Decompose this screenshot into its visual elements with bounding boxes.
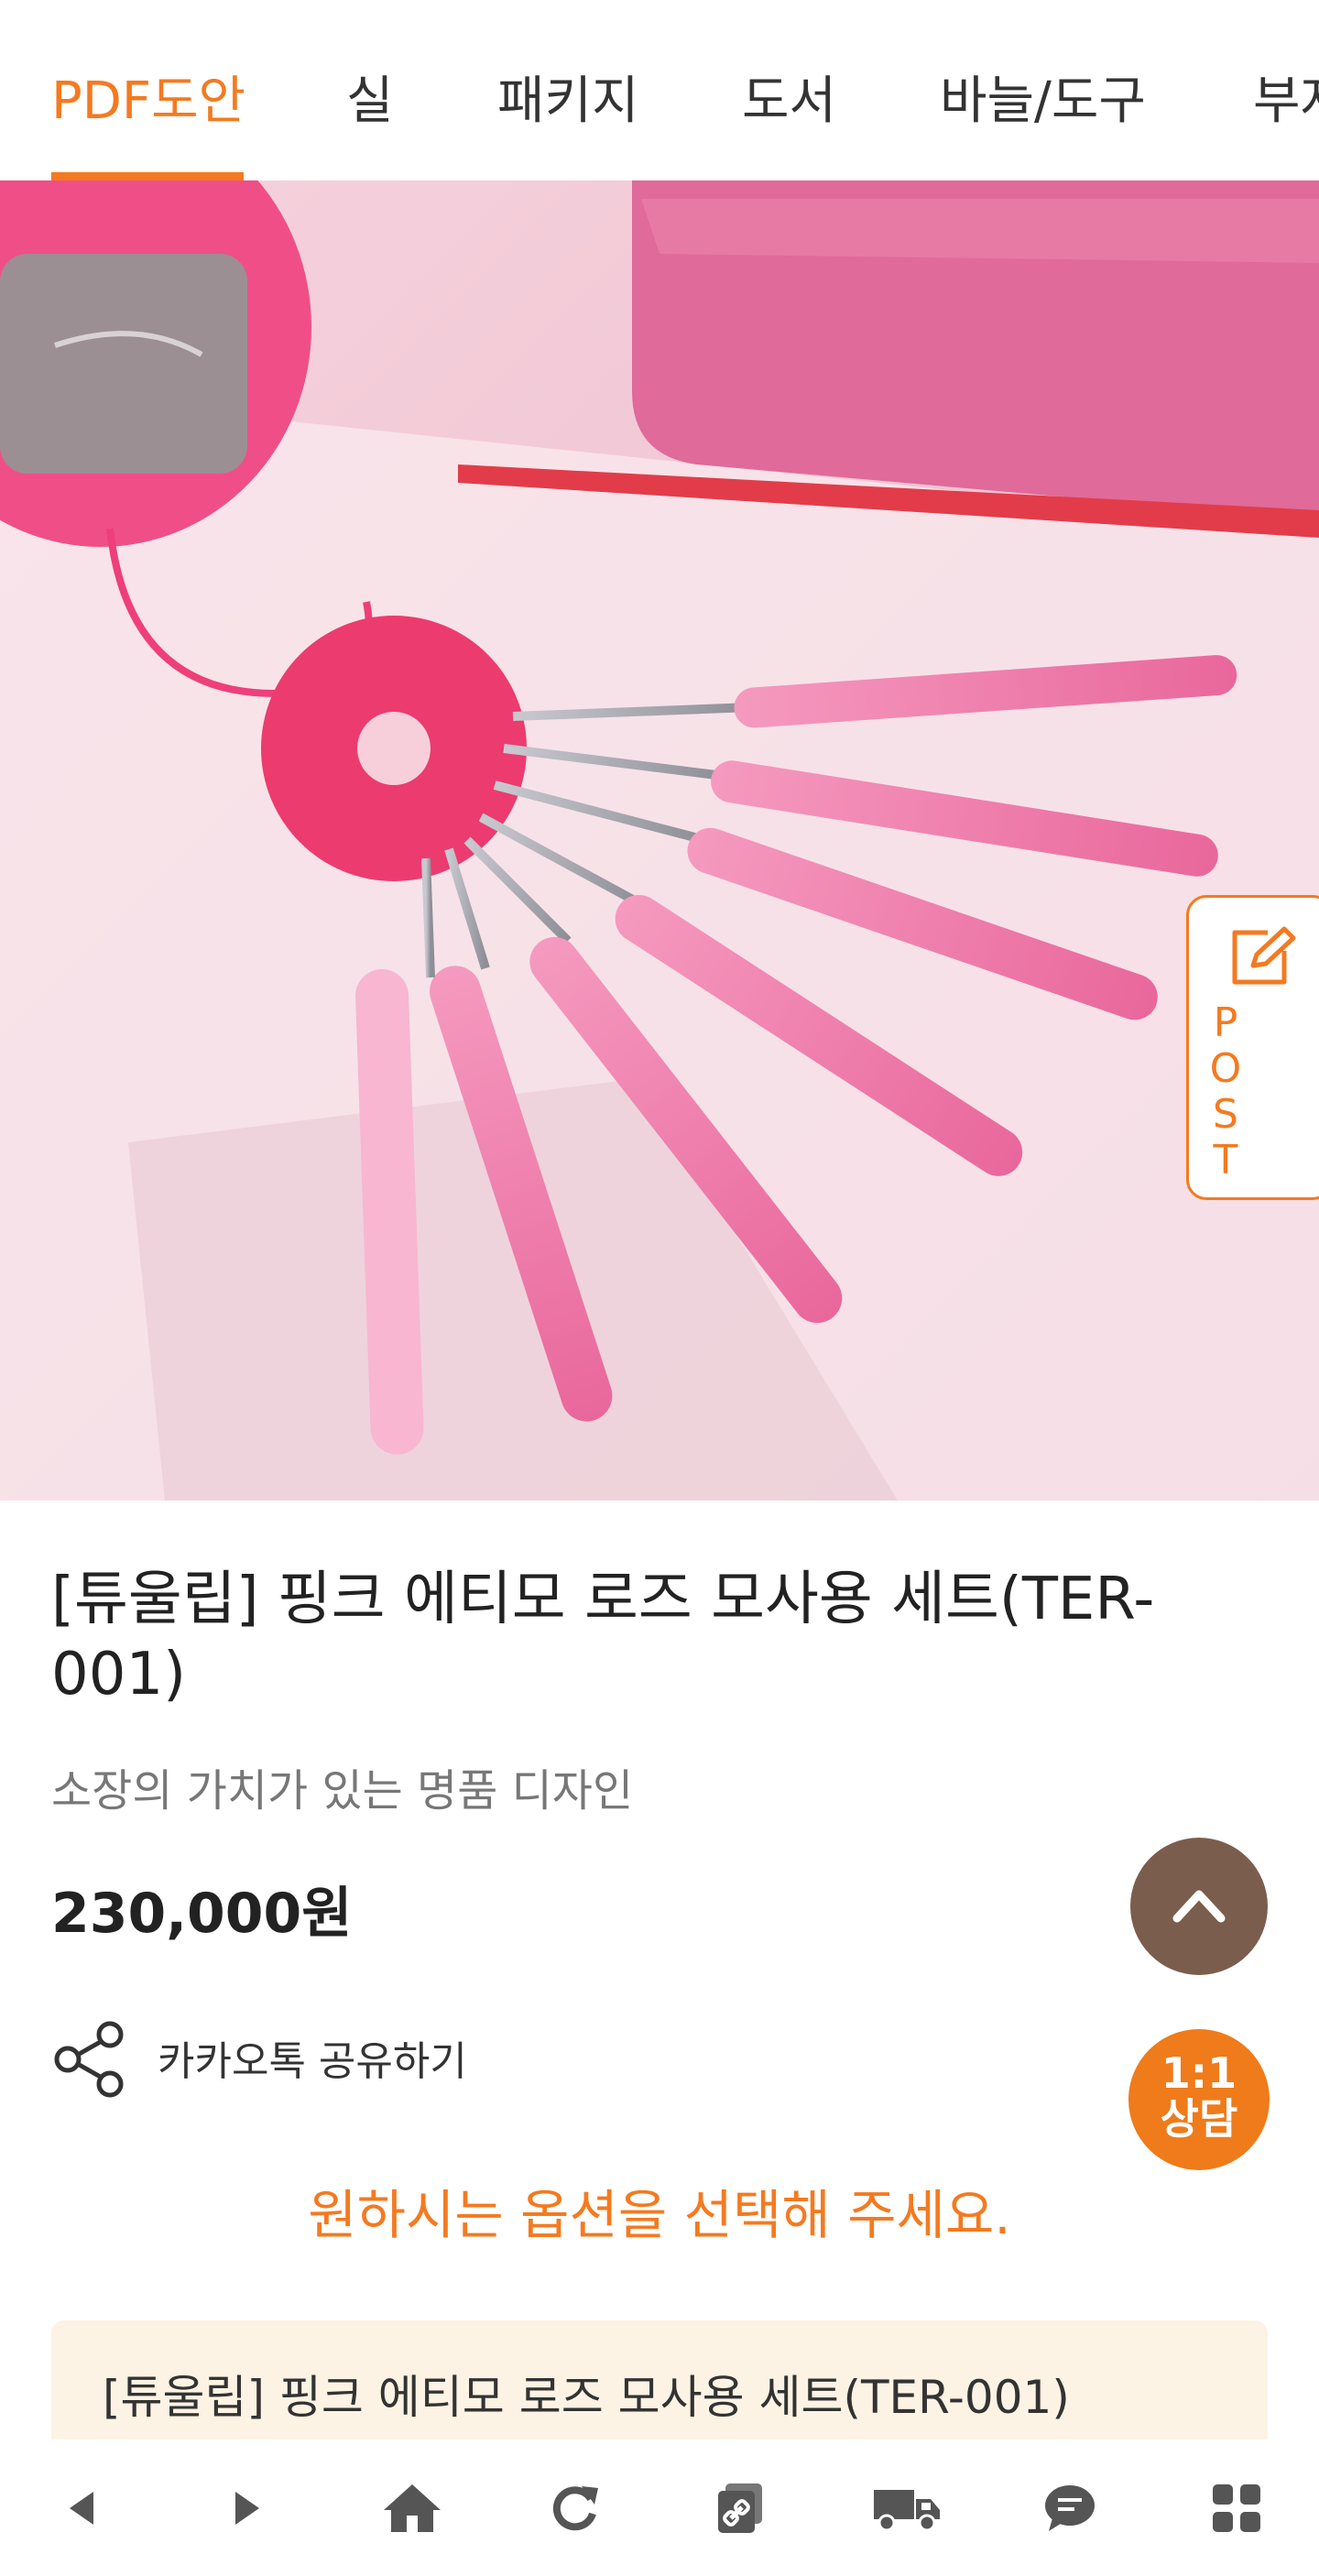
- home-button[interactable]: [366, 2467, 458, 2549]
- crochet-hooks-illustration: [0, 180, 1319, 1501]
- consult-label-line1: 1:1: [1161, 2048, 1237, 2098]
- menu-grid-button[interactable]: [1191, 2467, 1282, 2549]
- product-subtitle: 소장의 가치가 있는 명품 디자인: [51, 1765, 634, 1817]
- active-tab-indicator: [51, 172, 244, 180]
- pencil-edit-icon: [1232, 926, 1296, 985]
- product-price: 230,000원: [51, 1882, 353, 1946]
- menu-grid-icon: [1213, 2484, 1260, 2532]
- back-arrow-icon: [70, 2492, 93, 2525]
- product-image: [0, 180, 1319, 1501]
- one-to-one-consult-button[interactable]: 1:1 상담: [1128, 2029, 1270, 2170]
- tab-package[interactable]: 패키지: [497, 70, 639, 134]
- product-title: [튜울립] 핑크 에티모 로즈 모사용 세트(TER-001): [51, 1566, 1155, 1708]
- forward-button[interactable]: [201, 2467, 292, 2549]
- bottom-toolbar: [0, 2440, 1319, 2576]
- chat-icon: [1045, 2485, 1095, 2531]
- post-letter: P: [1213, 999, 1238, 1046]
- copy-link-icon: [718, 2483, 762, 2533]
- delivery-truck-icon: [874, 2490, 940, 2532]
- home-icon: [384, 2484, 441, 2532]
- refresh-button[interactable]: [529, 2467, 620, 2549]
- chevron-up-icon: [1172, 1890, 1226, 1923]
- post-letter: S: [1213, 1091, 1238, 1138]
- category-tabs: PDF도안 실 패키지 도서 바늘/도구 부자재: [0, 0, 1319, 180]
- consult-label-line2: 상담: [1160, 2094, 1238, 2144]
- back-button[interactable]: [37, 2467, 128, 2549]
- selected-option-box[interactable]: [튜울립] 핑크 에티모 로즈 모사용 세트(TER-001): [51, 2320, 1268, 2440]
- tab-pdf-pattern[interactable]: PDF도안: [51, 70, 245, 134]
- delivery-tracking-button[interactable]: [861, 2467, 953, 2549]
- chat-button[interactable]: [1024, 2467, 1116, 2549]
- refresh-icon: [552, 2486, 598, 2531]
- tab-books[interactable]: 도서: [742, 70, 836, 134]
- tab-needles-tools[interactable]: 바늘/도구: [940, 70, 1146, 134]
- share-icon: [54, 2021, 124, 2098]
- option-select-prompt: 원하시는 옵션을 선택해 주세요.: [308, 2184, 1011, 2246]
- post-letter: T: [1213, 1137, 1238, 1184]
- tab-yarn[interactable]: 실: [346, 70, 394, 134]
- share-label: 카카오톡 공유하기: [158, 2038, 467, 2085]
- post-review-tab[interactable]: P O S T: [1186, 895, 1319, 1200]
- selected-option-name: [튜울립] 핑크 에티모 로즈 모사용 세트(TER-001): [103, 2371, 1070, 2424]
- kakaotalk-share-button[interactable]: 카카오톡 공유하기: [51, 2020, 546, 2099]
- tab-notions[interactable]: 부자재: [1253, 70, 1319, 134]
- scroll-to-top-button[interactable]: [1130, 1838, 1268, 1975]
- forward-arrow-icon: [235, 2492, 259, 2525]
- post-letter: O: [1209, 1045, 1242, 1092]
- copy-link-button[interactable]: [694, 2467, 786, 2549]
